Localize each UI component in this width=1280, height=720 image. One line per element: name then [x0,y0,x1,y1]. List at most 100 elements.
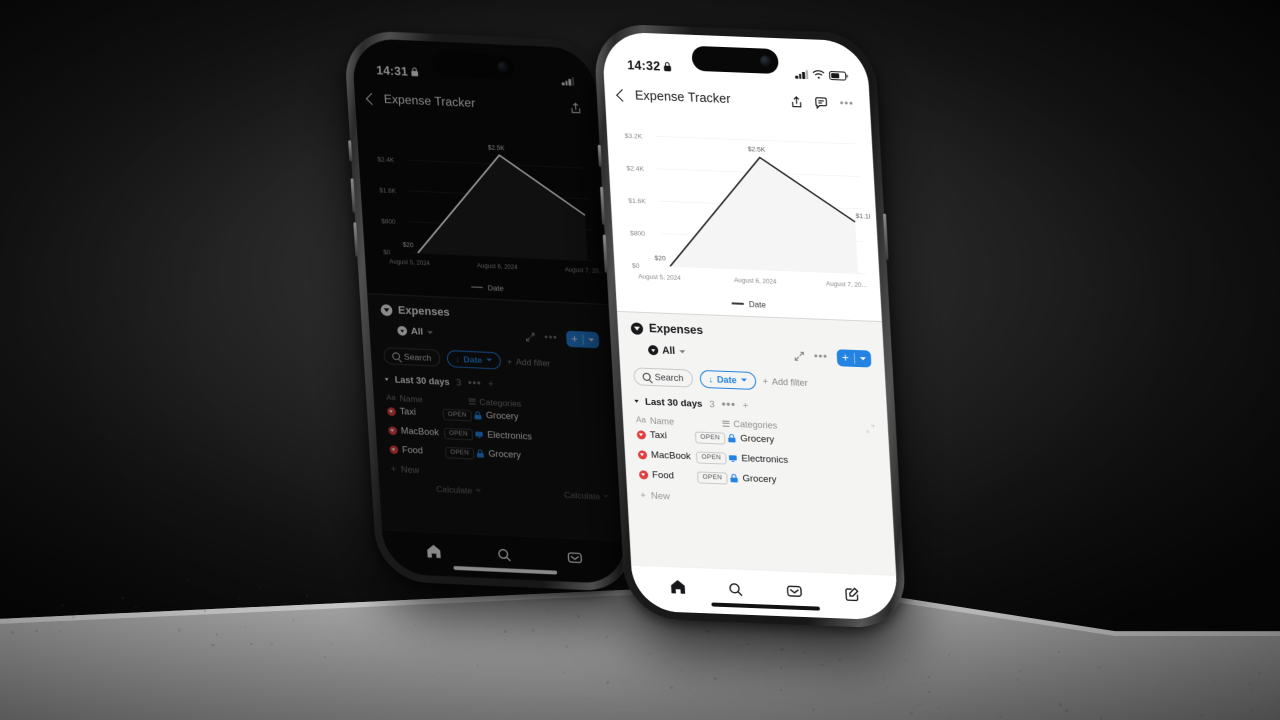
row-category-label: Grocery [488,449,522,462]
point-label-2: $1.1K [856,213,874,221]
column-name-label: Name [399,393,423,404]
chevron-left-icon[interactable] [365,92,378,105]
row-name[interactable]: Food [389,445,443,458]
share-icon[interactable] [790,95,803,108]
text-icon: Aa [635,415,647,425]
row-name-label: Food [401,445,424,457]
monitor-icon [728,455,737,463]
ytick-3: $2.4K [377,156,395,164]
view-label: All [410,326,424,338]
expense-chart: $0 $800 $1.6K $2.4K $20 $2.5K August 5, … [356,116,609,304]
row-name[interactable]: Food [638,469,696,482]
back-phone: 14:31 Expense Tracker $0 $800 $1.6K $2.4… [343,29,635,593]
arrow-down-icon: ↓ [454,354,460,364]
plus-icon: + [390,464,397,475]
multiselect-icon [722,420,730,427]
group-header[interactable]: Last 30 days 3 ••• + [634,396,874,416]
share-icon[interactable] [570,101,582,114]
database-title: Expenses [397,304,450,319]
view-label: All [661,345,676,357]
search-input[interactable]: Search [633,367,693,388]
new-row-button[interactable]: + New [640,490,879,510]
inbox-icon[interactable] [785,582,803,600]
xtick-0: August 5, 2024 [389,259,431,267]
more-icon[interactable]: ••• [468,378,482,390]
status-badge: OPEN [696,451,727,465]
mute-button[interactable] [348,140,352,162]
add-filter-button[interactable]: + Add filter [507,356,551,367]
add-filter-button[interactable]: + Add filter [762,376,808,388]
calculate-name-column[interactable]: Calculate [436,484,481,496]
row-category-label: Grocery [739,433,775,446]
power-button[interactable] [882,213,889,260]
home-icon[interactable] [669,578,687,596]
chart-svg: $0 $800 $1.6K $2.4K $3.2K $20 $2.5K $1.1… [624,133,874,290]
mute-button[interactable] [597,144,602,167]
chevron-down-icon [474,489,481,493]
home-icon[interactable] [425,543,442,560]
add-record-button[interactable]: + [836,348,872,368]
row-name[interactable]: MacBook [388,426,442,439]
inbox-icon[interactable] [566,549,583,566]
compose-icon[interactable] [844,585,861,602]
text-icon: Aa [386,393,396,403]
more-icon[interactable]: ••• [721,399,736,412]
row-name[interactable]: Taxi [636,429,694,442]
view-selector[interactable]: All [647,345,686,357]
ytick-1: $800 [381,218,396,226]
calculate-categories-column[interactable]: Calculate [564,490,609,502]
chevron-left-icon[interactable] [616,88,629,102]
plus-icon: + [639,489,647,502]
expand-icon[interactable] [525,332,536,343]
row-category: Grocery [727,433,876,450]
monitor-icon [475,431,483,439]
comment-icon[interactable] [814,96,828,109]
group-label: Last 30 days [394,375,450,389]
group-header[interactable]: Last 30 days 3 ••• + [384,375,603,395]
more-icon[interactable]: ••• [813,351,828,364]
status-badge: OPEN [697,471,728,485]
sort-date-pill[interactable]: ↓ Date [698,369,757,390]
record-icon [637,450,648,460]
chart-svg: $0 $800 $1.6K $2.4K $20 $2.5K August 5, … [377,144,602,275]
group-add-icon[interactable]: + [742,400,748,411]
lock-icon [476,449,484,458]
chevron-down-icon [602,495,609,499]
search-icon[interactable] [496,547,512,563]
nav-actions: ••• [790,95,854,110]
add-filter-label: Add filter [771,376,808,388]
group-add-icon[interactable]: + [488,379,494,390]
record-icon [386,407,397,417]
more-icon[interactable]: ••• [839,97,854,110]
more-icon[interactable]: ••• [544,332,558,344]
sort-date-pill[interactable]: ↓ Date [446,349,501,370]
chevron-down-icon [588,338,595,342]
search-input[interactable]: Search [383,346,441,367]
xtick-2: August 7, 20... [826,281,867,290]
row-category: Grocery [729,473,878,490]
add-record-button[interactable]: + [565,330,600,349]
row-category: Grocery [473,410,604,426]
search-icon[interactable] [727,581,744,598]
row-name[interactable]: MacBook [637,449,695,462]
column-name-label: Name [649,415,675,427]
expand-icon[interactable] [793,350,805,361]
plus-icon: + [762,376,769,387]
tab-bar [631,564,899,621]
status-badge: OPEN [694,431,726,445]
back-phone-screen: 14:31 Expense Tracker $0 $800 $1.6K $2.4… [351,37,627,585]
record-icon [636,430,647,440]
database-title-row: Expenses [630,322,871,343]
expand-icon[interactable] [866,424,876,433]
volume-down-button[interactable] [352,222,358,257]
database-actions: ••• + [525,329,600,349]
view-selector[interactable]: All [397,326,433,338]
row-name[interactable]: Taxi [386,407,441,420]
row-category-label: Electronics [741,453,789,467]
volume-up-button[interactable] [350,178,356,213]
xtick-0: August 5, 2024 [638,273,681,282]
back-phone-body: 14:31 Expense Tracker $0 $800 $1.6K $2.4… [343,29,635,593]
expense-chart: $0 $800 $1.6K $2.4K $3.2K $20 $2.5K $1.1… [606,113,882,321]
row-category-label: Grocery [742,473,777,486]
add-label: + [570,332,579,346]
